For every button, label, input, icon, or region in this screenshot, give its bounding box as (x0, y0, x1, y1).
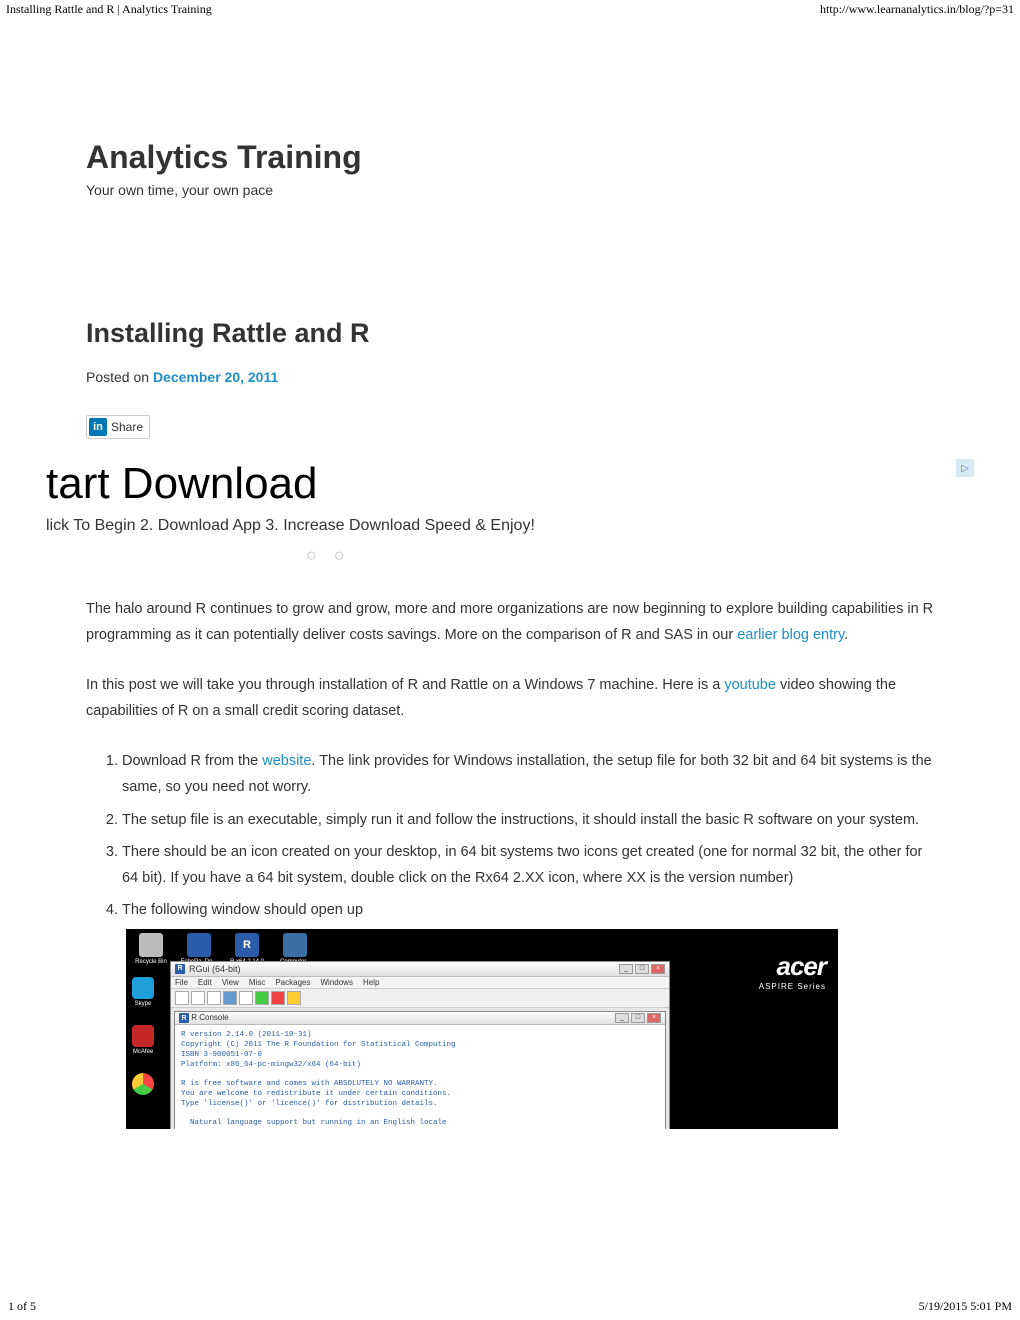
paragraph-youtube: In this post we will take you through in… (86, 672, 934, 724)
youtube-link[interactable]: youtube (724, 677, 776, 693)
window-titlebar[interactable]: R RGui (64-bit) _ □ × (171, 962, 669, 977)
toolbar-button[interactable] (255, 991, 269, 1005)
toolbar-button[interactable] (223, 991, 237, 1005)
maximize-button[interactable]: □ (635, 964, 649, 974)
doc-url: http://www.learnanalytics.in/blog/?p=31 (820, 2, 1014, 17)
menu-item[interactable]: Misc (249, 978, 265, 987)
linkedin-share-button[interactable]: in Share (86, 415, 150, 439)
acer-logo: acer (759, 951, 826, 982)
menu-item[interactable]: Packages (275, 978, 310, 987)
acer-series: ASPIRE Series (759, 982, 826, 991)
desktop-icon[interactable]: McAfee (132, 1025, 154, 1055)
toolbar (171, 989, 669, 1008)
desktop-side-icons: Skype McAfee (132, 977, 154, 1097)
desktop-icon[interactable]: Skype (132, 977, 154, 1007)
adchoices-icon[interactable]: ▷ (956, 459, 974, 477)
menu-item[interactable]: View (222, 978, 239, 987)
close-button[interactable]: × (651, 964, 665, 974)
r-app-icon: R (175, 964, 185, 974)
post-date-link[interactable]: December 20, 2011 (153, 369, 278, 385)
toolbar-button[interactable] (191, 991, 205, 1005)
r-app-icon: R (179, 1013, 189, 1023)
page-content: Analytics Training Your own time, your o… (0, 19, 1020, 1159)
rgui-window[interactable]: R RGui (64-bit) _ □ × File Edit View Misc… (170, 961, 670, 1129)
r-website-link[interactable]: website (262, 753, 311, 769)
site-title[interactable]: Analytics Training (86, 139, 934, 176)
menu-item[interactable]: Help (363, 978, 379, 987)
r-icon: R (235, 933, 259, 957)
share-label: Share (111, 420, 143, 434)
posted-on-label: Posted on (86, 369, 153, 385)
desktop-icon[interactable]: Recycle Bin (132, 933, 170, 965)
ad-carousel-dots[interactable]: ○ ○ (306, 545, 934, 566)
toolbar-button[interactable] (287, 991, 301, 1005)
toolbar-button[interactable] (175, 991, 189, 1005)
maximize-button[interactable]: □ (631, 1013, 645, 1023)
mcafee-icon (132, 1025, 154, 1047)
window-title: RGui (64-bit) (189, 964, 241, 974)
instruction-list: Download R from the website. The link pr… (86, 748, 934, 923)
toolbar-button[interactable] (271, 991, 285, 1005)
file-icon (187, 933, 211, 957)
laptop-brand: acer ASPIRE Series (759, 951, 826, 991)
list-item: The setup file is an executable, simply … (122, 807, 934, 833)
list-item: There should be an icon created on your … (122, 839, 934, 891)
doc-title: Installing Rattle and R | Analytics Trai… (6, 2, 212, 17)
browser-icon (132, 1073, 154, 1095)
menu-item[interactable]: File (175, 978, 188, 987)
ad-headline: tart Download (46, 459, 934, 509)
linkedin-icon: in (89, 418, 107, 436)
ad-block[interactable]: ▷ tart Download lick To Begin 2. Downloa… (46, 459, 934, 566)
paragraph-intro: The halo around R continues to grow and … (86, 596, 934, 648)
menu-item[interactable]: Windows (320, 978, 352, 987)
ad-subtext: lick To Begin 2. Download App 3. Increas… (46, 517, 934, 535)
minimize-button[interactable]: _ (619, 964, 633, 974)
console-output[interactable]: R version 2.14.0 (2011-10-31) Copyright … (175, 1025, 665, 1129)
skype-icon (132, 977, 154, 999)
desktop-icon[interactable] (132, 1073, 154, 1097)
page-number: 1 of 5 (8, 1299, 36, 1314)
rgui-screenshot: Recycle Bin EchoPa_Do... RR x64 2.14.0 C… (126, 929, 838, 1129)
computer-icon (283, 933, 307, 957)
site-tagline: Your own time, your own pace (86, 182, 934, 198)
recycle-bin-icon (139, 933, 163, 957)
list-item: The following window should open up (122, 897, 934, 923)
print-timestamp: 5/19/2015 5:01 PM (919, 1299, 1012, 1314)
r-console-window[interactable]: R R Console _ □ × R version 2.14.0 (2011… (174, 1011, 666, 1129)
page-footer: 1 of 5 5/19/2015 5:01 PM (0, 1295, 1020, 1318)
toolbar-button[interactable] (239, 991, 253, 1005)
menu-item[interactable]: Edit (198, 978, 212, 987)
earlier-blog-link[interactable]: earlier blog entry (737, 627, 844, 643)
toolbar-button[interactable] (207, 991, 221, 1005)
post-meta: Posted on December 20, 2011 (86, 369, 934, 385)
minimize-button[interactable]: _ (615, 1013, 629, 1023)
list-item: Download R from the website. The link pr… (122, 748, 934, 800)
post-title: Installing Rattle and R (86, 318, 934, 349)
console-titlebar[interactable]: R R Console _ □ × (175, 1012, 665, 1026)
close-button[interactable]: × (647, 1013, 661, 1023)
page-header-bar: Installing Rattle and R | Analytics Trai… (0, 0, 1020, 19)
menu-bar: File Edit View Misc Packages Windows Hel… (171, 977, 669, 989)
